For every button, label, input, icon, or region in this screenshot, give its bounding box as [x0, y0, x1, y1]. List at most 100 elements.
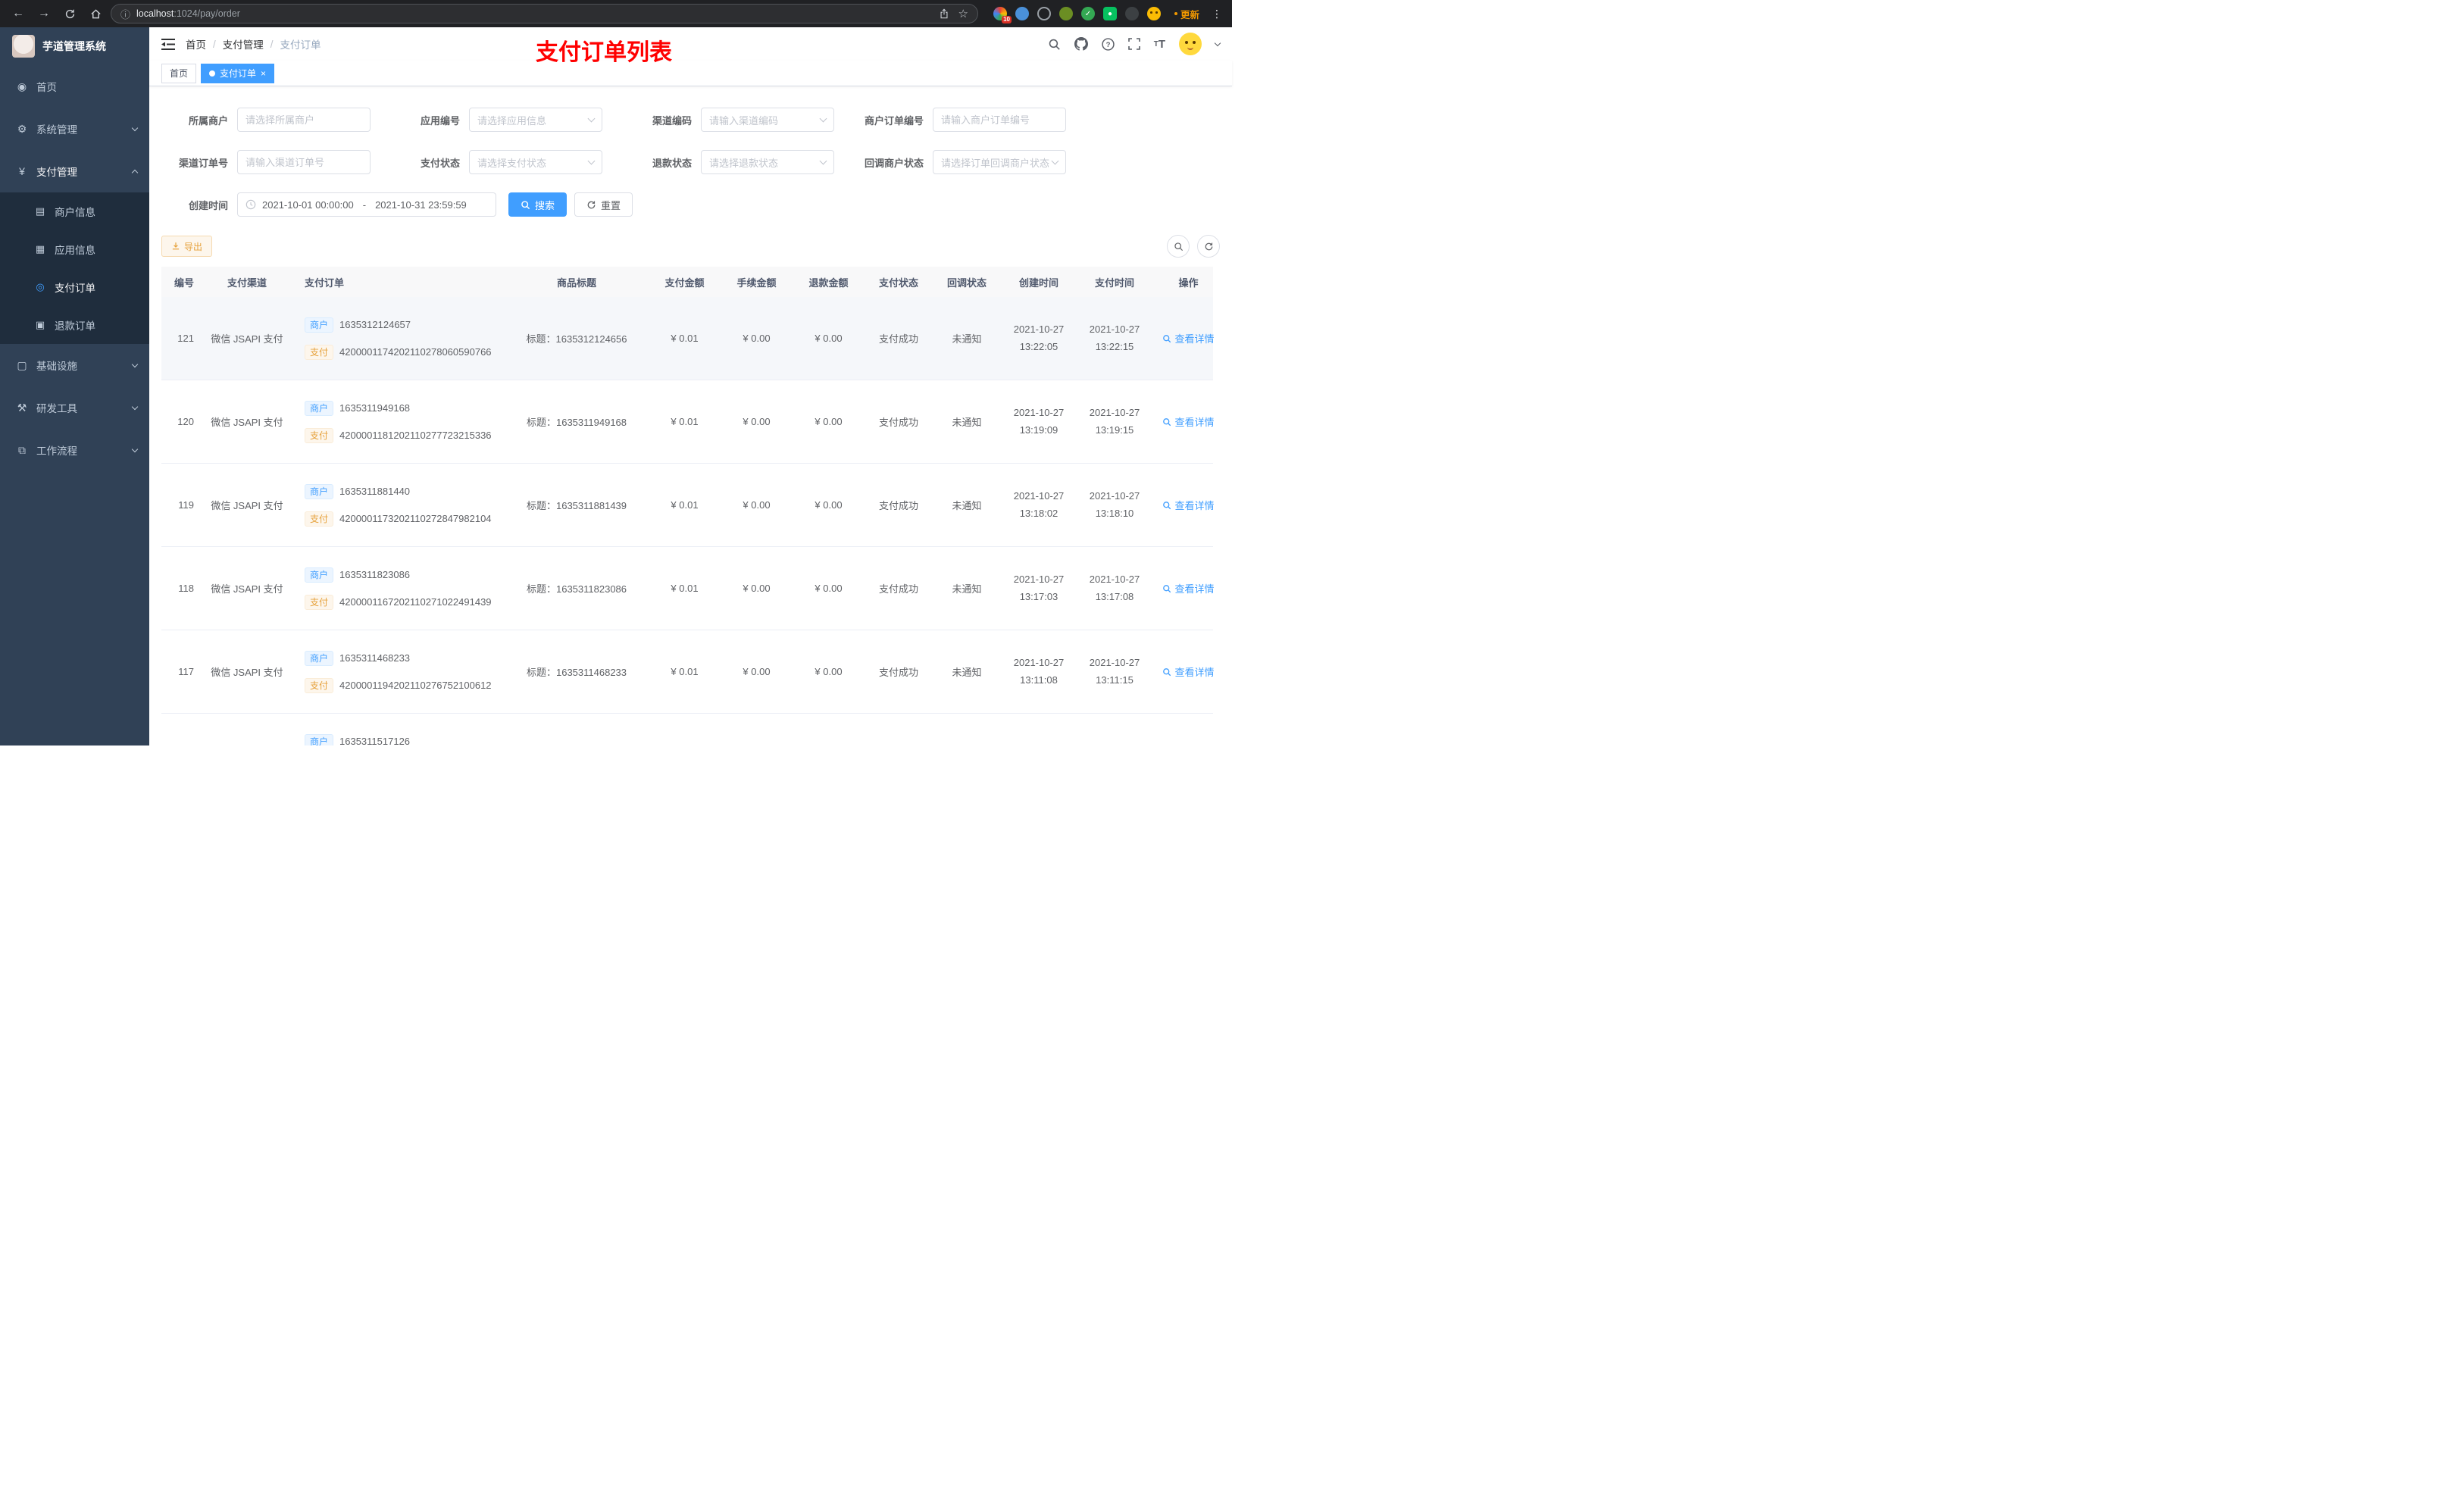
extension-icon-colorful[interactable]: 10 [993, 7, 1012, 23]
url-path: :1024/pay/order [174, 8, 240, 19]
sidebar-item-refund-order[interactable]: ▣ 退款订单 [0, 306, 149, 344]
refund-status-select[interactable]: 请选择退款状态 [701, 150, 834, 174]
sidebar-item-merchant-info[interactable]: ▤ 商户信息 [0, 192, 149, 230]
chevron-down-icon[interactable] [1214, 39, 1221, 46]
cell-id: 117 [178, 666, 194, 677]
col-action: 操作 [1178, 277, 1199, 289]
extension-icon-blue[interactable] [1015, 7, 1029, 20]
merchant-input[interactable] [237, 108, 371, 132]
extension-icon-avatar[interactable] [1147, 7, 1161, 20]
sidebar-item-devtools[interactable]: ⚒ 研发工具 [0, 386, 149, 429]
search-icon[interactable] [1048, 38, 1061, 51]
tab-home[interactable]: 首页 [161, 63, 197, 83]
browser-back-button[interactable]: ← [8, 3, 29, 24]
filter-form: 所属商户 应用编号 请选择应用信息 渠道编码 请输入渠道编码 [161, 108, 1220, 235]
pay-status-select[interactable]: 请选择支付状态 [469, 150, 602, 174]
sidebar-item-pay-order[interactable]: ◎ 支付订单 [0, 268, 149, 306]
merchant-tag: 商户 [305, 733, 334, 746]
app-select[interactable]: 请选择应用信息 [469, 108, 602, 132]
table-row[interactable]: 117 微信 JSAPI 支付 商户 1635311468233 支付 4200… [161, 630, 1215, 714]
bookmark-star-icon[interactable]: ☆ [958, 7, 968, 20]
search-icon [1174, 242, 1183, 251]
help-icon[interactable]: ? [1102, 37, 1115, 51]
search-button[interactable]: 搜索 [508, 192, 568, 217]
search-icon [1163, 667, 1171, 676]
export-button[interactable]: 导出 [161, 236, 213, 257]
browser-chrome: ← → ⓘ localhost:1024/pay/order ☆ 10 ✓ ● … [0, 0, 1232, 27]
merchant-order-no: 1635311823086 [339, 569, 411, 580]
sidebar-item-home[interactable]: ◉ 首页 [0, 65, 149, 108]
table-row[interactable]: 商户 1635311517126 支付 查看详情 [161, 714, 1213, 746]
cell-pay-time: 2021-10-27 13:11:15 [1089, 657, 1140, 686]
document-icon: ▣ [35, 319, 45, 330]
github-icon[interactable] [1074, 37, 1088, 51]
chevron-down-icon [1051, 157, 1059, 164]
cell-notify-status: 未通知 [952, 667, 982, 678]
refresh-table-button[interactable] [1197, 235, 1220, 258]
site-info-icon[interactable]: ⓘ [120, 7, 130, 21]
sidebar-collapse-icon[interactable] [161, 38, 175, 50]
cell-pay-status: 支付成功 [878, 583, 918, 595]
merchant-order-input[interactable] [933, 108, 1066, 132]
create-time-range-picker[interactable]: 2021-10-01 00:00:00 - 2021-10-31 23:59:5… [237, 192, 496, 217]
view-detail-link[interactable]: 查看详情 [1162, 331, 1215, 345]
view-detail-link[interactable]: 查看详情 [1162, 581, 1215, 595]
app-logo[interactable]: 芋道管理系统 [0, 27, 149, 65]
breadcrumb-pay[interactable]: 支付管理 [223, 36, 264, 52]
view-detail-link[interactable]: 查看详情 [1162, 414, 1215, 429]
cell-pay-time: 2021-10-27 13:22:15 [1089, 324, 1140, 352]
table-row[interactable]: 121 微信 JSAPI 支付 商户 1635312124657 支付 4200… [161, 297, 1215, 380]
col-refund: 退款金额 [808, 277, 849, 289]
cell-fee: ¥ 0.00 [743, 499, 771, 511]
merchant-order-no: 1635311517126 [339, 736, 411, 746]
chevron-down-icon [131, 361, 139, 367]
extension-icon-chat[interactable]: ● [1103, 7, 1117, 20]
browser-menu-icon[interactable]: ⋮ [1212, 8, 1222, 20]
cell-amount: ¥ 0.01 [671, 583, 699, 594]
font-size-icon[interactable]: TT [1154, 38, 1165, 51]
channel-order-input[interactable] [237, 150, 371, 174]
extension-icon-dark[interactable] [1125, 7, 1139, 20]
extension-icon-ring[interactable] [1037, 7, 1051, 20]
extension-icon-olive[interactable] [1059, 7, 1073, 20]
browser-home-button[interactable] [85, 3, 106, 24]
cell-action: 查看详情 [1152, 581, 1220, 595]
browser-forward-button[interactable]: → [33, 3, 55, 24]
user-avatar[interactable] [1179, 33, 1202, 55]
toggle-search-button[interactable] [1167, 235, 1190, 258]
cell-pay-channel: 微信 JSAPI 支付 [211, 667, 283, 678]
col-id: 编号 [174, 277, 194, 289]
pay-tag: 支付 [305, 511, 334, 527]
merchant-tag: 商户 [305, 317, 334, 333]
table-row[interactable]: 119 微信 JSAPI 支付 商户 1635311881440 支付 4200… [161, 464, 1215, 547]
extension-cluster: 10 ✓ ● [993, 7, 1161, 23]
channel-order-no: 4200001173202110272847982104 [339, 513, 492, 524]
breadcrumb: 首页 / 支付管理 / 支付订单 [186, 36, 321, 52]
reset-button[interactable]: 重置 [574, 192, 633, 217]
sidebar-item-app-info[interactable]: ▦ 应用信息 [0, 230, 149, 268]
browser-update-button[interactable]: 更新 [1174, 7, 1199, 21]
view-detail-link[interactable]: 查看详情 [1162, 664, 1215, 679]
breadcrumb-home[interactable]: 首页 [186, 36, 206, 52]
close-icon[interactable]: × [261, 69, 266, 78]
tab-pay-order[interactable]: 支付订单 × [201, 63, 275, 83]
cell-pay-channel: 微信 JSAPI 支付 [211, 417, 283, 428]
cell-pay-channel: 微信 JSAPI 支付 [211, 583, 283, 595]
table-row[interactable]: 120 微信 JSAPI 支付 商户 1635311949168 支付 4200… [161, 380, 1215, 464]
browser-reload-button[interactable] [59, 3, 80, 24]
merchant-order-label: 商户订单编号 [864, 114, 924, 127]
sidebar-item-infra[interactable]: ▢ 基础设施 [0, 344, 149, 386]
address-bar[interactable]: ⓘ localhost:1024/pay/order ☆ [111, 4, 978, 23]
extension-icon-check[interactable]: ✓ [1081, 7, 1095, 20]
sidebar-item-workflow[interactable]: ⧉ 工作流程 [0, 429, 149, 471]
tags-view-bar: 首页 支付订单 × [149, 61, 1232, 86]
sidebar-item-system[interactable]: ⚙ 系统管理 [0, 108, 149, 150]
cell-amount: ¥ 0.01 [671, 416, 699, 427]
fullscreen-icon[interactable] [1127, 38, 1140, 50]
channel-code-select[interactable]: 请输入渠道编码 [701, 108, 834, 132]
notify-status-select[interactable]: 请选择订单回调商户状态 [933, 150, 1066, 174]
view-detail-link[interactable]: 查看详情 [1162, 498, 1215, 512]
share-icon[interactable] [939, 8, 949, 19]
table-row[interactable]: 118 微信 JSAPI 支付 商户 1635311823086 支付 4200… [161, 547, 1215, 630]
sidebar-item-pay[interactable]: ¥ 支付管理 [0, 150, 149, 192]
